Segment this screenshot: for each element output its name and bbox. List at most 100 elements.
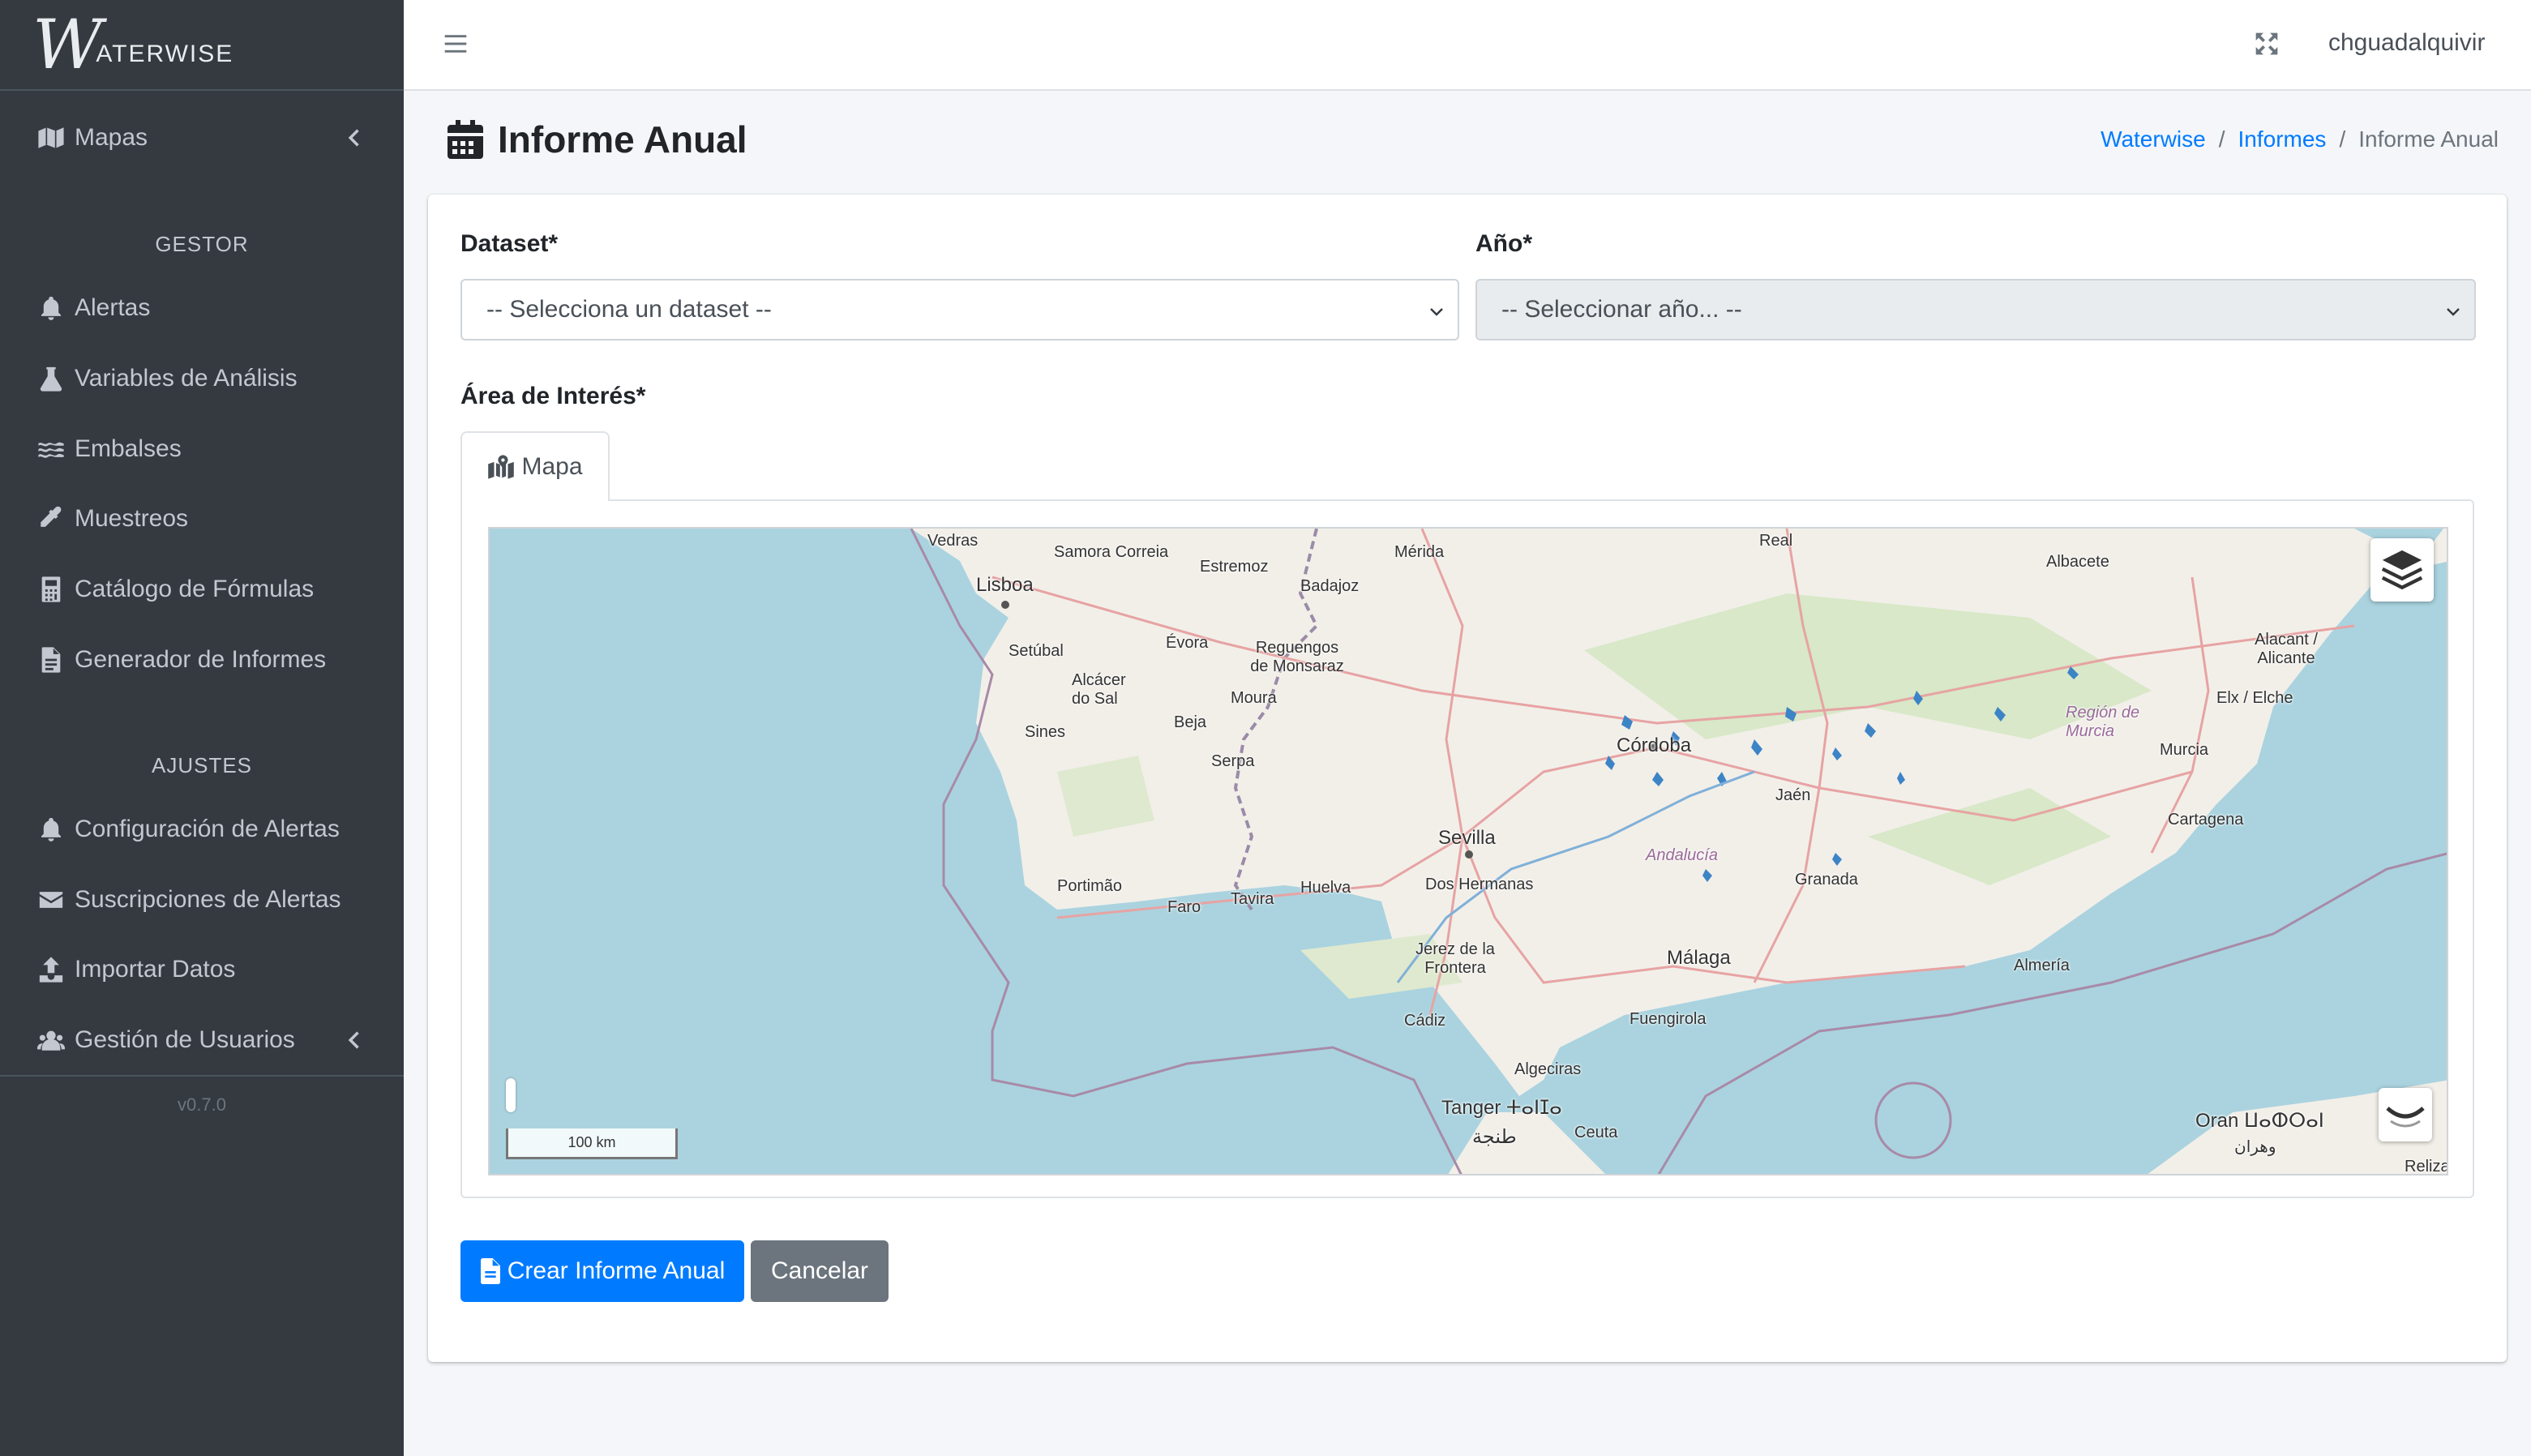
sidebar-item-label: Embalses bbox=[75, 435, 182, 462]
sidebar-item-label: Gestión de Usuarios bbox=[75, 1026, 295, 1053]
top-navbar: chguadalquivir bbox=[404, 0, 2531, 91]
map-place-label: Estremoz bbox=[1200, 558, 1269, 576]
chevron-left-icon bbox=[348, 129, 359, 147]
sidebar-item-alertas[interactable]: Alertas bbox=[0, 279, 404, 337]
map-place-label: Serpa bbox=[1211, 752, 1255, 770]
map-place-label: Oran ⵡⴰⵀⵔⴰⵏ bbox=[2195, 1110, 2324, 1132]
map-place-label: Huelva bbox=[1300, 879, 1351, 897]
breadcrumb-waterwise[interactable]: Waterwise bbox=[2101, 126, 2206, 152]
waterwise-logo: W ATERWISE bbox=[32, 5, 234, 84]
form-card: Dataset* -- Selecciona un dataset -- Año… bbox=[428, 195, 2507, 1362]
map-place-label: Reliza bbox=[2405, 1158, 2448, 1176]
map-place-label: Portimão bbox=[1057, 877, 1123, 895]
sidebar-item-label: Importar Datos bbox=[75, 956, 236, 983]
layers-control-button[interactable] bbox=[2370, 538, 2434, 602]
file-alt-icon bbox=[37, 646, 75, 674]
bell-icon bbox=[37, 816, 75, 843]
sidebar-item-label: Alertas bbox=[75, 294, 151, 321]
chevron-down-icon bbox=[2386, 1107, 2425, 1128]
map-place-label: Setúbal bbox=[1009, 642, 1064, 660]
sidebar-item-variables[interactable]: Variables de Análisis bbox=[0, 349, 404, 408]
minimap-toggle-button[interactable] bbox=[2379, 1088, 2432, 1141]
sidebar-item-label: Configuración de Alertas bbox=[75, 816, 340, 842]
map-basemap bbox=[910, 529, 2447, 1174]
logo-letter: W bbox=[32, 5, 102, 84]
brand-link[interactable]: W ATERWISE bbox=[0, 0, 404, 91]
sidebar-item-embalses[interactable]: Embalses bbox=[0, 420, 404, 478]
chevron-down-icon bbox=[1430, 308, 1443, 316]
breadcrumb-separator: / bbox=[2218, 126, 2225, 152]
hamburger-menu-icon[interactable] bbox=[443, 31, 469, 57]
create-report-label: Crear Informe Anual bbox=[507, 1257, 726, 1284]
map-place-label: Lisboa bbox=[976, 574, 1034, 596]
sidebar-item-label: Mapas bbox=[75, 124, 148, 151]
upload-icon bbox=[37, 956, 75, 983]
sidebar-item-muestreos[interactable]: Muestreos bbox=[0, 490, 404, 548]
map-place-label: Córdoba bbox=[1617, 734, 1692, 756]
map-place-label: Vedras bbox=[927, 532, 979, 550]
map-place-label: Almería bbox=[2014, 957, 2070, 974]
map-view[interactable]: Vedras Samora Correia Lisboa Estremoz Mé… bbox=[488, 527, 2448, 1176]
dataset-select[interactable]: -- Selecciona un dataset -- bbox=[460, 279, 1459, 340]
map-place-label: Beja bbox=[1174, 713, 1207, 731]
map-place-label: Albacete bbox=[2046, 553, 2109, 571]
tab-mapa[interactable]: Mapa bbox=[460, 431, 610, 501]
sidebar-item-importar[interactable]: Importar Datos bbox=[0, 940, 404, 999]
map-marked-icon bbox=[488, 455, 515, 479]
breadcrumb-separator: / bbox=[2339, 126, 2346, 152]
area-label: Área de Interés* bbox=[460, 383, 646, 409]
sidebar: W ATERWISE Mapas GESTOR Alertas Variable… bbox=[0, 0, 404, 1456]
nav-header-gestor: GESTOR bbox=[155, 232, 249, 256]
layers-icon bbox=[2381, 550, 2423, 590]
map-place-label: Murcia bbox=[2160, 741, 2209, 759]
sidebar-item-suscripciones[interactable]: Suscripciones de Alertas bbox=[0, 871, 404, 929]
breadcrumb: Waterwise / Informes / Informe Anual bbox=[2101, 126, 2499, 152]
map-scale-bar: 100 km bbox=[506, 1128, 678, 1159]
map-place-label: Tanger ⵜⴰⵏⵊⴰ bbox=[1441, 1097, 1562, 1119]
zoom-slider-handle[interactable] bbox=[506, 1078, 516, 1112]
map-place-label: Moura bbox=[1231, 689, 1277, 707]
map-place-label: Reguengos de Monsaraz bbox=[1250, 639, 1344, 675]
nav-header-ajustes: AJUSTES bbox=[151, 753, 253, 777]
chevron-left-icon bbox=[348, 1031, 359, 1049]
sidebar-item-label: Variables de Análisis bbox=[75, 365, 298, 392]
sidebar-item-label: Muestreos bbox=[75, 505, 189, 532]
sidebar-item-usuarios[interactable]: Gestión de Usuarios bbox=[0, 1011, 404, 1069]
breadcrumb-current: Informe Anual bbox=[2358, 126, 2499, 152]
map-place-label: Granada bbox=[1795, 871, 1858, 889]
tab-mapa-label: Mapa bbox=[521, 453, 583, 480]
sidebar-item-label: Generador de Informes bbox=[75, 646, 327, 673]
map-place-label: Andalucía bbox=[1646, 846, 1718, 864]
envelope-icon bbox=[37, 886, 75, 914]
map-place-label: Mérida bbox=[1394, 543, 1445, 561]
map-place-label: Sines bbox=[1025, 723, 1066, 741]
logo-text: ATERWISE bbox=[96, 41, 234, 67]
map-place-label: Sevilla bbox=[1438, 827, 1496, 849]
fullscreen-expand-icon[interactable] bbox=[2254, 31, 2280, 57]
bell-icon bbox=[37, 294, 75, 322]
user-menu[interactable]: chguadalquivir bbox=[2328, 29, 2485, 57]
map-place-label: Jaén bbox=[1775, 786, 1811, 804]
sidebar-item-mapas[interactable]: Mapas bbox=[0, 109, 404, 167]
file-icon bbox=[480, 1258, 500, 1284]
create-report-button[interactable]: Crear Informe Anual bbox=[460, 1240, 744, 1302]
year-select[interactable]: -- Seleccionar año... -- bbox=[1475, 279, 2476, 340]
water-icon bbox=[37, 435, 75, 463]
map-place-label: Elx / Elche bbox=[2216, 689, 2293, 707]
sidebar-item-formulas[interactable]: Catálogo de Fórmulas bbox=[0, 560, 404, 619]
sidebar-item-generador[interactable]: Generador de Informes bbox=[0, 631, 404, 689]
sidebar-item-config-alertas[interactable]: Configuración de Alertas bbox=[0, 800, 404, 859]
cancel-button[interactable]: Cancelar bbox=[751, 1240, 889, 1302]
map-place-label: Faro bbox=[1167, 898, 1201, 916]
page-title: Informe Anual bbox=[448, 113, 747, 165]
sidebar-item-label: Catálogo de Fórmulas bbox=[75, 576, 315, 602]
map-place-label: Ceuta bbox=[1574, 1124, 1618, 1141]
year-select-value: -- Seleccionar año... -- bbox=[1501, 296, 1742, 323]
flask-icon bbox=[37, 365, 75, 392]
dataset-select-value: -- Selecciona un dataset -- bbox=[486, 296, 772, 323]
page-title-text: Informe Anual bbox=[498, 118, 747, 161]
map-place-label: Algeciras bbox=[1514, 1060, 1582, 1078]
tab-panel-mapa: Vedras Samora Correia Lisboa Estremoz Mé… bbox=[460, 499, 2474, 1198]
eyedropper-icon bbox=[37, 505, 75, 533]
breadcrumb-informes[interactable]: Informes bbox=[2238, 126, 2327, 152]
